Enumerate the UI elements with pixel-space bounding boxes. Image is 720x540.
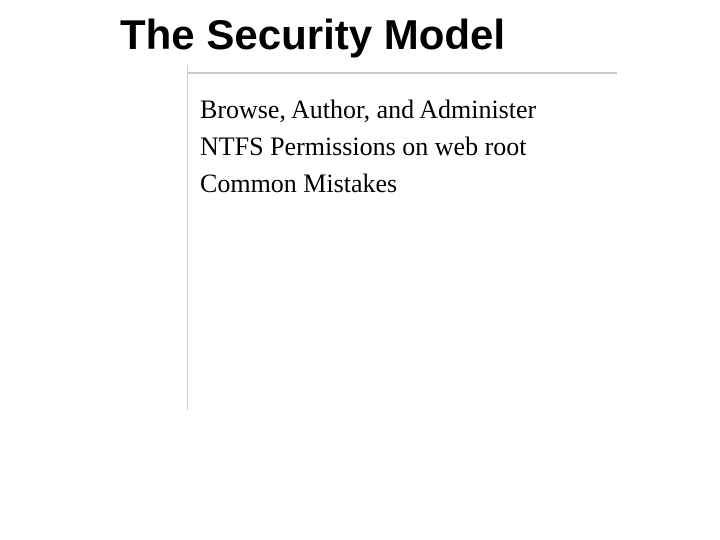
slide-body: Browse, Author, and Administer NTFS Perm… <box>200 92 680 203</box>
bullet-item: Browse, Author, and Administer <box>200 92 680 127</box>
vertical-divider <box>187 65 188 410</box>
bullet-item: NTFS Permissions on web root <box>200 129 680 164</box>
title-underline <box>187 72 617 74</box>
slide: The Security Model Browse, Author, and A… <box>0 0 720 540</box>
slide-title: The Security Model <box>120 12 700 58</box>
bullet-item: Common Mistakes <box>200 166 680 201</box>
